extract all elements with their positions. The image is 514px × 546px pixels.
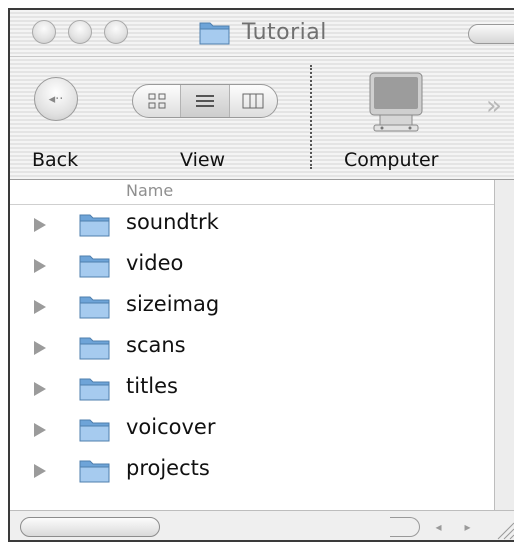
disclosure-triangle-icon[interactable]	[34, 341, 46, 355]
disclosure-triangle-icon[interactable]	[34, 464, 46, 478]
close-button[interactable]	[32, 20, 56, 44]
back-arrow-icon: ◂··	[48, 91, 64, 107]
horizontal-scroll-thumb[interactable]	[20, 517, 160, 537]
column-header[interactable]: Name	[10, 180, 494, 205]
folder-icon	[79, 460, 110, 483]
disclosure-triangle-icon[interactable]	[34, 423, 46, 437]
folder-icon	[79, 255, 110, 278]
folder-name: sizeimag	[126, 292, 220, 316]
toolbar: ◂·· Back View Computer »	[10, 56, 514, 180]
view-label: View	[180, 149, 226, 171]
column-view-button[interactable]	[228, 85, 277, 117]
list-item[interactable]: video	[10, 247, 494, 287]
disclosure-triangle-icon[interactable]	[34, 300, 46, 314]
finder-window: Tutorial ◂·· Back View Computer » Name s…	[8, 8, 514, 542]
list-item[interactable]: titles	[10, 370, 494, 410]
scroll-arrows[interactable]: ◂ ▸	[424, 517, 482, 537]
window-title: Tutorial	[242, 19, 327, 45]
icon-view-button[interactable]	[133, 85, 180, 117]
back-label: Back	[32, 149, 79, 171]
disclosure-triangle-icon[interactable]	[34, 218, 46, 232]
zoom-button[interactable]	[104, 20, 128, 44]
folder-name: video	[126, 251, 184, 275]
folder-name: soundtrk	[126, 210, 219, 234]
horizontal-scrollbar[interactable]: ◂ ▸	[10, 510, 514, 541]
list-item[interactable]: scans	[10, 329, 494, 369]
folder-icon	[79, 378, 110, 401]
scroll-track-end	[390, 517, 420, 537]
folder-name: titles	[126, 374, 178, 398]
disclosure-triangle-icon[interactable]	[34, 259, 46, 273]
disclosure-triangle-icon[interactable]	[34, 382, 46, 396]
list-item[interactable]: voicover	[10, 411, 494, 451]
scroll-right-icon[interactable]: ▸	[464, 520, 470, 534]
folder-icon	[79, 214, 110, 237]
view-selector[interactable]	[132, 84, 278, 118]
title-bar[interactable]: Tutorial	[10, 10, 514, 56]
back-button[interactable]: ◂··	[34, 77, 78, 121]
list-item[interactable]: sizeimag	[10, 288, 494, 328]
list-item[interactable]: soundtrk	[10, 206, 494, 246]
folder-name: scans	[126, 333, 186, 357]
columns-icon	[242, 93, 264, 109]
name-column-header[interactable]: Name	[126, 181, 173, 200]
icon-grid-icon	[148, 93, 166, 109]
toolbar-toggle-button[interactable]	[468, 24, 514, 44]
folder-icon	[79, 419, 110, 442]
window-title-group: Tutorial	[198, 17, 327, 47]
resize-grip-icon[interactable]	[492, 519, 514, 541]
list-view-button[interactable]	[180, 85, 229, 117]
folder-icon	[79, 296, 110, 319]
minimize-button[interactable]	[68, 20, 92, 44]
list-lines-icon	[195, 95, 214, 107]
vertical-scrollbar[interactable]	[494, 180, 514, 510]
computer-label[interactable]: Computer	[344, 149, 438, 171]
toolbar-separator	[310, 65, 312, 169]
folder-icon	[199, 22, 230, 45]
toolbar-overflow-icon[interactable]: »	[486, 91, 502, 121]
folder-name: projects	[126, 456, 210, 480]
folder-name: voicover	[126, 415, 216, 439]
list-item[interactable]: projects	[10, 452, 494, 492]
computer-icon[interactable]	[368, 71, 424, 133]
scroll-left-icon[interactable]: ◂	[435, 520, 441, 534]
folder-icon	[79, 337, 110, 360]
